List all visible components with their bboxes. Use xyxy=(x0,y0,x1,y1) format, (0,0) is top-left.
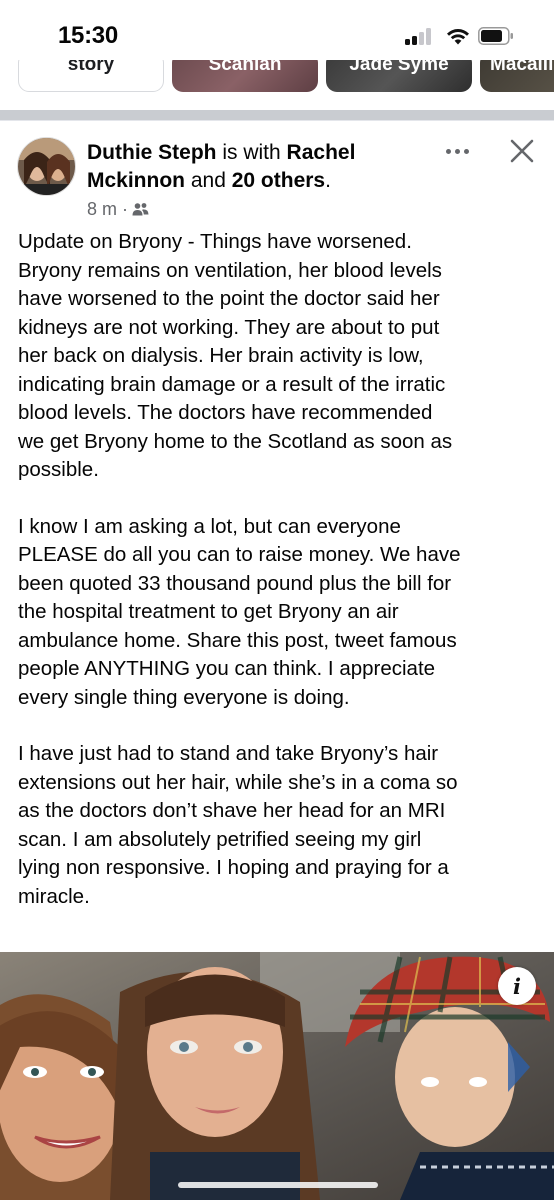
feed-separator xyxy=(0,110,554,120)
and-text: and xyxy=(190,169,226,192)
battery-icon xyxy=(478,27,513,45)
stories-strip[interactable]: story Scanlan Jade Syme Macalli xyxy=(0,60,554,96)
status-time: 15:30 xyxy=(58,22,118,49)
story-label: Macalli xyxy=(490,60,554,75)
post-photo[interactable] xyxy=(0,952,554,1200)
post-text: Update on Bryony - Things have worsened.… xyxy=(18,228,546,911)
story-card[interactable]: Macalli xyxy=(480,60,554,92)
close-icon[interactable] xyxy=(509,138,535,164)
more-icon[interactable] xyxy=(446,140,474,162)
avatar[interactable] xyxy=(17,137,76,196)
with-text: is with xyxy=(222,141,281,164)
status-bar: 15:30 xyxy=(0,0,554,62)
divider xyxy=(0,120,554,121)
author-name[interactable]: Duthie Steph xyxy=(87,141,217,164)
post-paragraph: I know I am asking a lot, but can everyo… xyxy=(18,514,461,709)
story-card[interactable]: Scanlan xyxy=(172,60,318,92)
post-paragraph: Update on Bryony - Things have worsened.… xyxy=(18,230,453,481)
post-author-line: Duthie Steph is with Rachel Mckinnon and… xyxy=(87,139,432,195)
home-indicator[interactable] xyxy=(178,1182,378,1188)
signal-icon xyxy=(405,27,435,45)
story-label: Scanlan xyxy=(208,60,282,75)
post-paragraph: I have just had to stand and take Bryony… xyxy=(18,742,458,908)
meta-separator: · xyxy=(122,199,129,219)
post-meta: 8 m · xyxy=(87,199,149,220)
story-label: story xyxy=(67,60,115,75)
period: . xyxy=(325,169,331,192)
story-card[interactable]: Jade Syme xyxy=(326,60,472,92)
others-link[interactable]: 20 others xyxy=(232,169,325,192)
info-icon[interactable]: i xyxy=(498,967,536,1005)
info-glyph: i xyxy=(513,973,521,999)
create-story-card[interactable]: story xyxy=(18,60,164,92)
friends-icon xyxy=(132,203,149,216)
story-label: Jade Syme xyxy=(349,60,449,75)
post-time[interactable]: 8 m xyxy=(87,199,117,220)
wifi-icon xyxy=(447,29,469,45)
